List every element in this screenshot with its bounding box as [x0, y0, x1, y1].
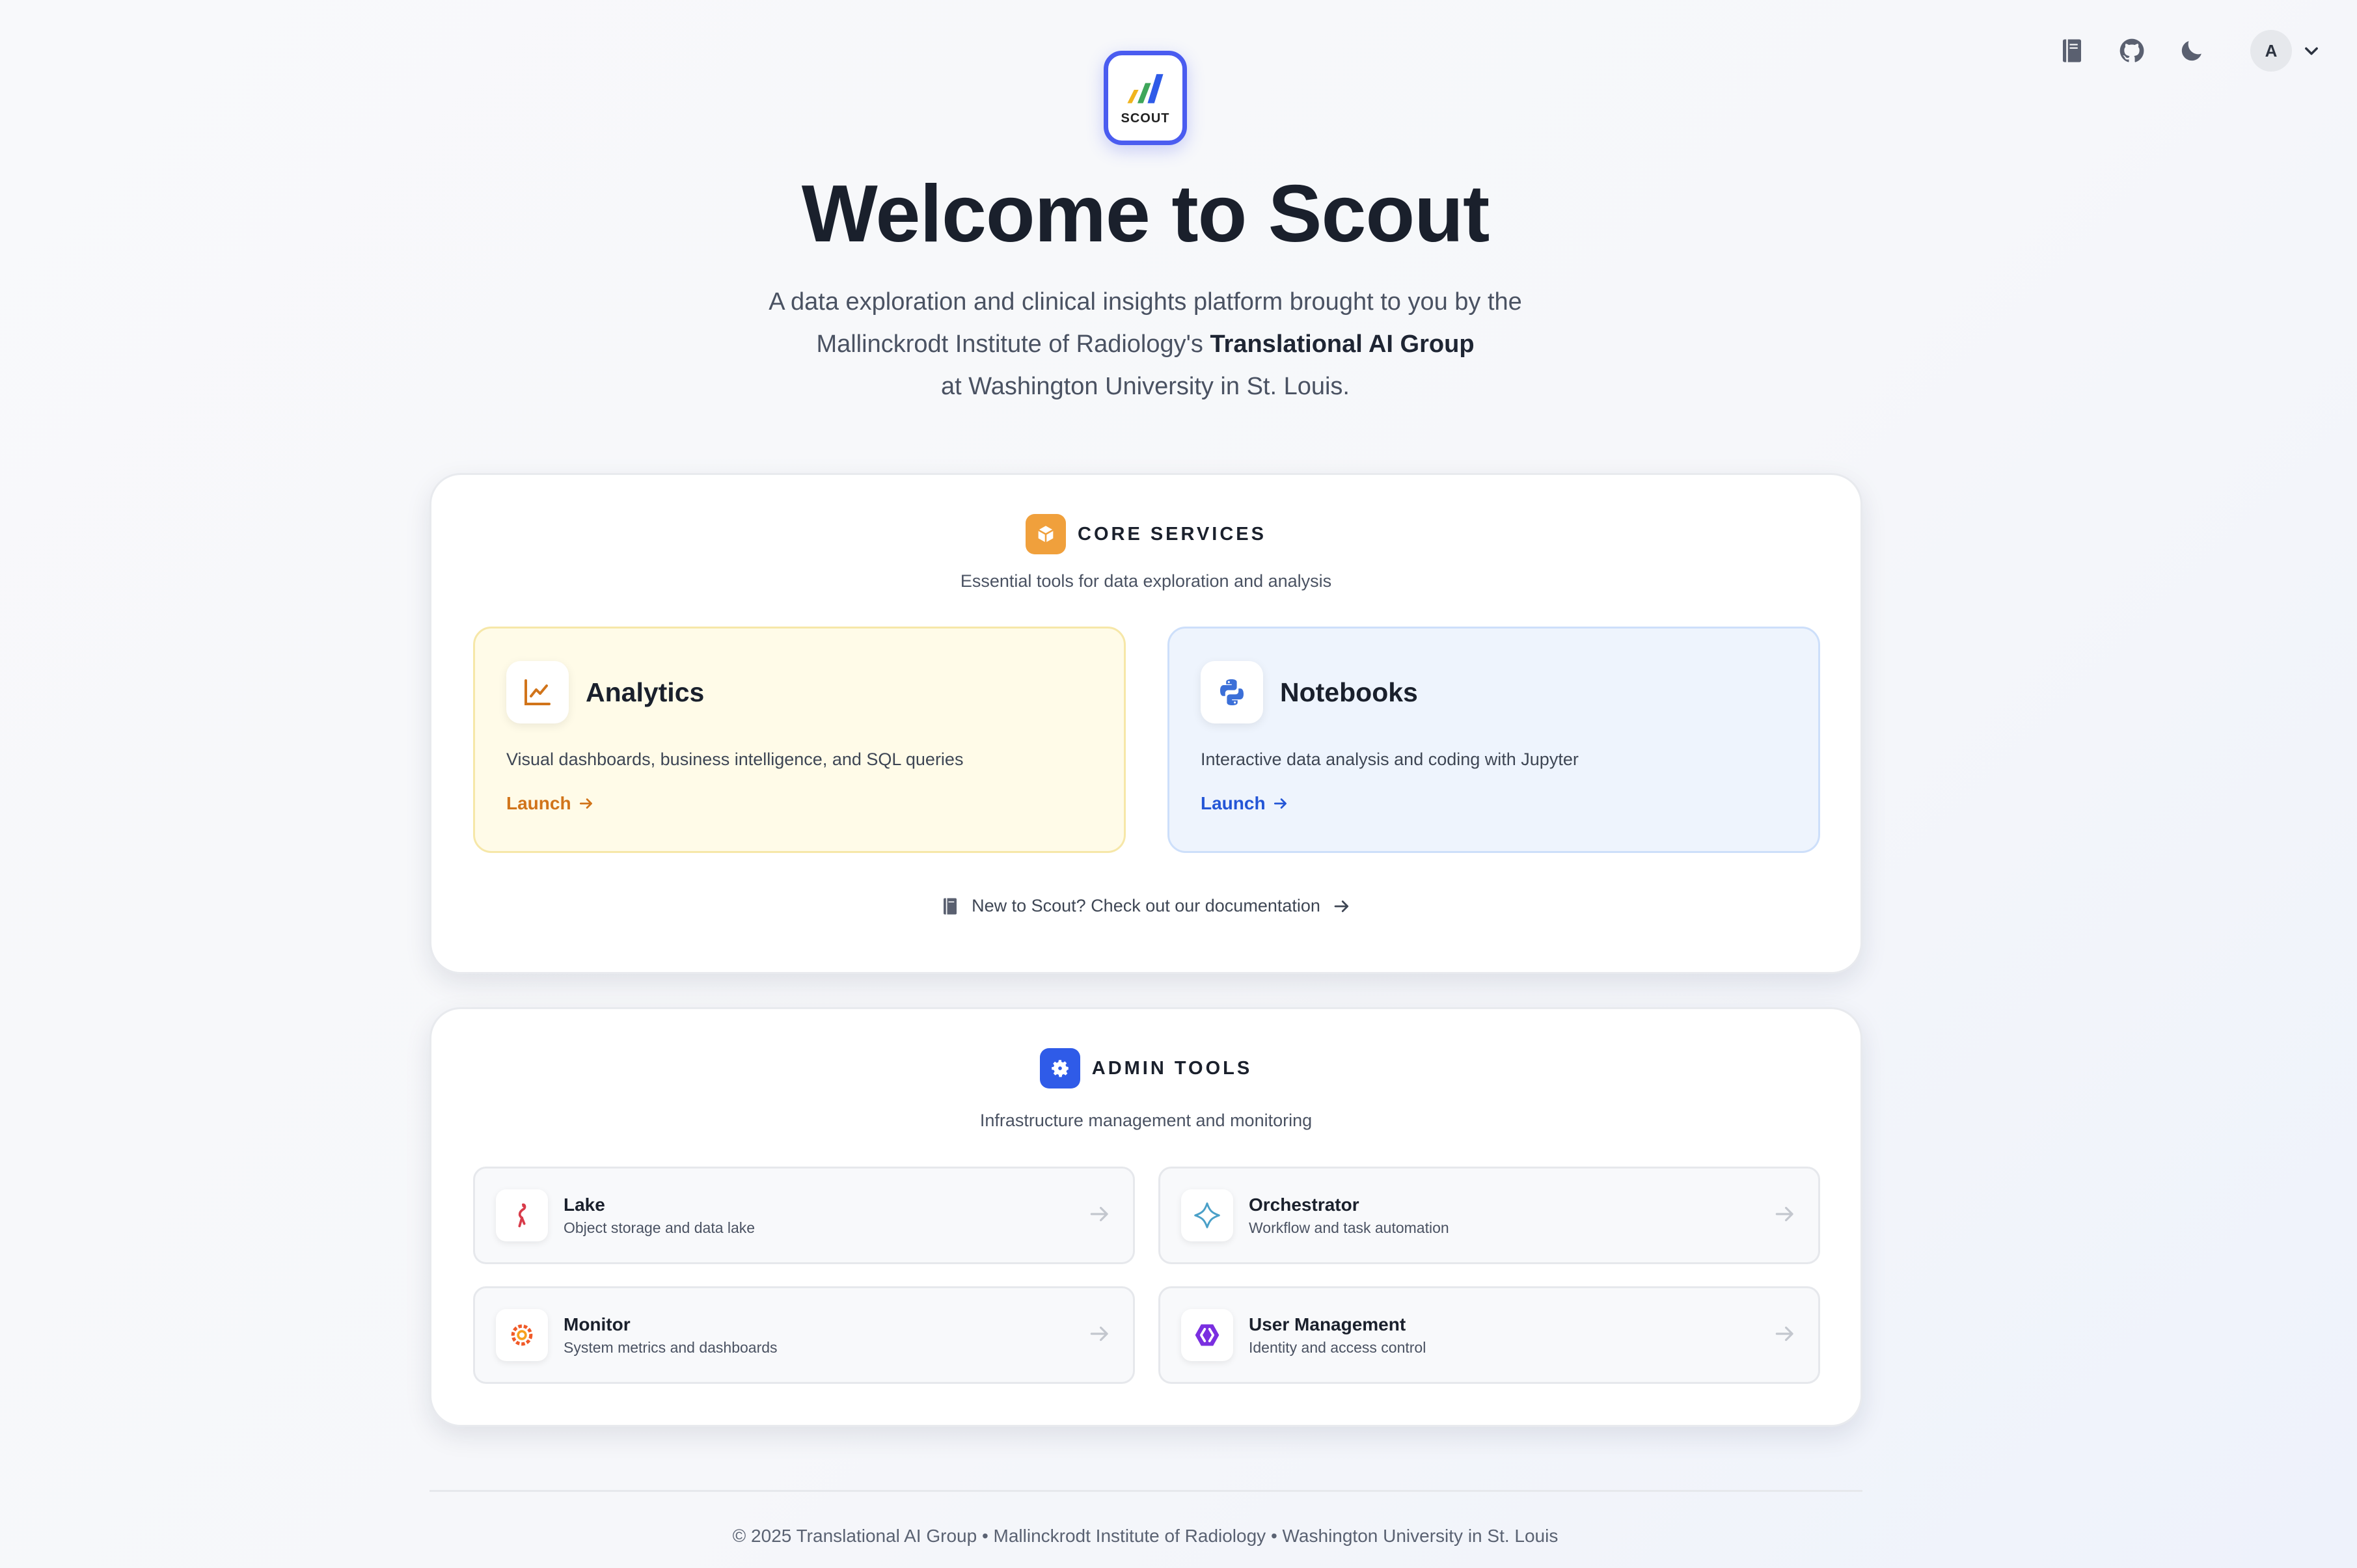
hero-line-2: Mallinckrodt Institute of Radiology's Tr…	[0, 323, 2291, 366]
notebooks-description: Interactive data analysis and coding wit…	[1201, 750, 1579, 769]
scout-bars-icon	[1127, 74, 1164, 103]
keycloak-icon	[1181, 1309, 1233, 1361]
hero-line-2-prefix: Mallinckrodt Institute of Radiology's	[816, 331, 1210, 358]
admin-tools-description: Infrastructure management and monitoring	[979, 1111, 1313, 1130]
arrow-right-icon	[1773, 1202, 1797, 1230]
analytics-launch-link[interactable]: Launch	[506, 793, 595, 814]
arrow-right-icon	[1087, 1202, 1112, 1230]
page-title: Welcome to Scout	[801, 169, 1490, 259]
core-services-panel: CORE SERVICES Essential tools for data e…	[429, 473, 1862, 974]
flamingo-icon	[496, 1189, 548, 1241]
monitor-title: Monitor	[564, 1314, 631, 1334]
top-toolbar: A	[2055, 30, 2321, 72]
user-management-tile[interactable]: User Management Identity and access cont…	[1158, 1286, 1820, 1384]
core-services-title: CORE SERVICES	[1078, 523, 1266, 545]
orchestrator-subtitle: Workflow and task automation	[1249, 1219, 1449, 1236]
book-icon[interactable]	[2055, 34, 2089, 68]
line-chart-icon	[506, 661, 569, 723]
hero-line-3: at Washington University in St. Louis.	[941, 373, 1350, 400]
orchestrator-title: Orchestrator	[1249, 1194, 1359, 1215]
orchestrator-tile[interactable]: Orchestrator Workflow and task automatio…	[1158, 1167, 1820, 1264]
arrow-right-icon	[1274, 798, 1287, 809]
arrow-right-icon	[1087, 1321, 1112, 1349]
analytics-card[interactable]: Analytics Visual dashboards, business in…	[473, 627, 1126, 853]
monitor-tile[interactable]: Monitor System metrics and dashboards	[473, 1286, 1135, 1384]
analytics-title: Analytics	[586, 677, 705, 707]
group-name: Translational AI Group	[1210, 331, 1475, 358]
orchestrator-icon	[1181, 1189, 1233, 1241]
notebooks-launch-link[interactable]: Launch	[1201, 793, 1289, 814]
lake-title: Lake	[564, 1194, 605, 1215]
user-management-title: User Management	[1249, 1314, 1406, 1334]
arrow-right-icon	[1773, 1321, 1797, 1349]
lake-subtitle: Object storage and data lake	[564, 1219, 756, 1236]
notebooks-title: Notebooks	[1280, 677, 1418, 707]
documentation-link-label: New to Scout? Check out our documentatio…	[972, 896, 1320, 915]
analytics-launch-label: Launch	[506, 793, 571, 813]
cube-icon	[1026, 514, 1066, 554]
admin-tools-header: ADMIN TOOLS	[431, 1048, 1860, 1088]
hero-line-1: A data exploration and clinical insights…	[769, 288, 1522, 316]
arrow-right-icon	[579, 798, 592, 809]
hero-subtitle: A data exploration and clinical insights…	[0, 281, 2291, 408]
book-icon	[944, 898, 957, 914]
python-icon	[1201, 661, 1263, 723]
admin-tools-panel: ADMIN TOOLS Infrastructure management an…	[429, 1007, 1862, 1427]
lake-tile[interactable]: Lake Object storage and data lake	[473, 1167, 1135, 1264]
notebooks-launch-label: Launch	[1201, 793, 1266, 813]
footer-divider	[429, 1490, 1862, 1492]
user-management-subtitle: Identity and access control	[1249, 1338, 1426, 1356]
grafana-icon	[496, 1309, 548, 1361]
arrow-right-icon	[1334, 900, 1349, 912]
notebooks-card[interactable]: Notebooks Interactive data analysis and …	[1167, 627, 1820, 853]
scout-logo: SCOUT	[1104, 51, 1187, 145]
gear-icon	[1039, 1048, 1080, 1088]
admin-tools-title: ADMIN TOOLS	[1091, 1057, 1253, 1079]
logo-text: SCOUT	[1121, 111, 1170, 126]
avatar: A	[2250, 30, 2292, 72]
core-services-header: CORE SERVICES	[431, 514, 1860, 554]
analytics-description: Visual dashboards, business intelligence…	[506, 750, 964, 769]
documentation-link[interactable]: New to Scout? Check out our documentatio…	[431, 896, 1860, 916]
github-icon[interactable]	[2115, 34, 2149, 68]
user-menu[interactable]: A	[2250, 30, 2321, 72]
monitor-subtitle: System metrics and dashboards	[564, 1338, 778, 1356]
core-services-description: Essential tools for data exploration and…	[960, 571, 1332, 591]
moon-icon[interactable]	[2175, 34, 2209, 68]
footer: © 2025 Translational AI Group • Mallinck…	[732, 1526, 1559, 1546]
chevron-down-icon	[2305, 47, 2318, 55]
